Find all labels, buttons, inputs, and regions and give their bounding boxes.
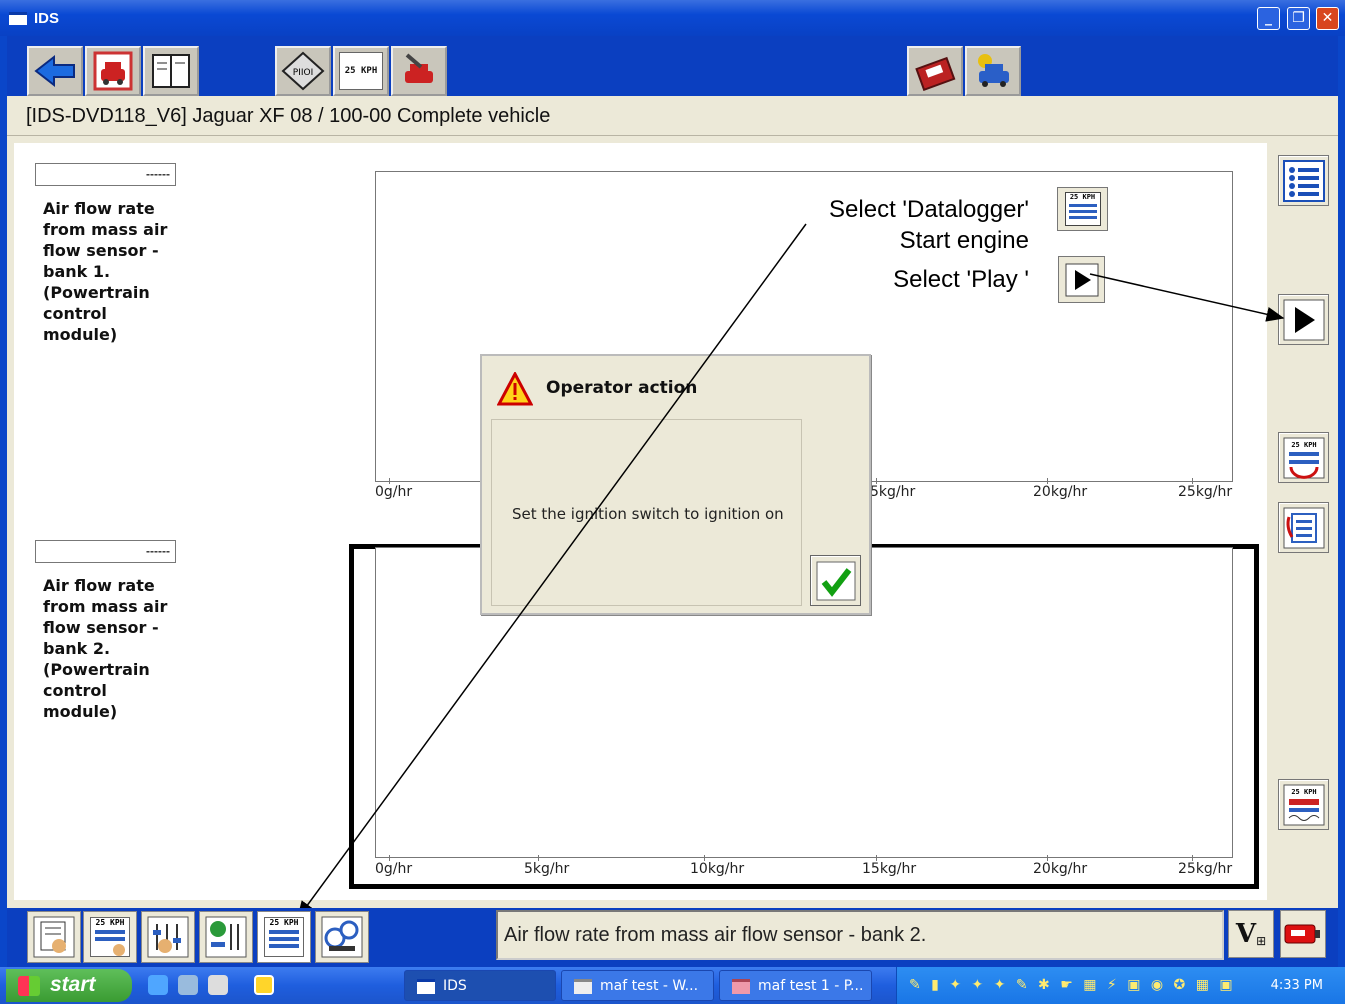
arrow-to-datalogger bbox=[297, 223, 807, 920]
start-label: start bbox=[50, 973, 96, 996]
task-label: maf test - W... bbox=[600, 978, 699, 994]
tap-screen-icon bbox=[33, 916, 75, 958]
status-text: Air flow rate from mass air flow sensor … bbox=[504, 924, 927, 946]
recorder-icon bbox=[321, 916, 363, 958]
battery-icon bbox=[1284, 924, 1320, 944]
ids-window: IDS _ ❐ ✕ PIIOI 25 KPH [IDS-DVD118_V6] J… bbox=[0, 0, 1345, 1004]
ids-window-icon bbox=[417, 979, 435, 994]
presentation-icon bbox=[732, 979, 750, 994]
datalogger-active-button[interactable]: 25 KPH bbox=[257, 911, 311, 963]
battery-button[interactable] bbox=[1280, 910, 1326, 958]
taskbar: start IDS maf test - W... maf test 1 - P… bbox=[0, 967, 1345, 1004]
windows-logo-icon bbox=[18, 976, 40, 996]
task-maf-test-word[interactable]: maf test - W... bbox=[561, 970, 714, 1001]
arrow-to-play bbox=[1089, 273, 1285, 322]
document-icon bbox=[574, 979, 592, 994]
signal-settings-icon bbox=[205, 916, 247, 958]
datalogger-tap-button[interactable]: 25 KPH bbox=[83, 911, 137, 963]
task-ids[interactable]: IDS bbox=[404, 970, 556, 1001]
quicklaunch-app-icon[interactable] bbox=[254, 975, 274, 995]
plus-minus-icon: ⊞ bbox=[1256, 934, 1267, 948]
status-bar: Air flow rate from mass air flow sensor … bbox=[496, 910, 1224, 960]
task-maf-test-1[interactable]: maf test 1 - P... bbox=[719, 970, 872, 1001]
voltage-button[interactable]: V ⊞ bbox=[1228, 910, 1274, 958]
datalogger-tap-icon: 25 KPH bbox=[90, 917, 130, 957]
kph-text: 25 KPH bbox=[269, 918, 299, 927]
task-label: IDS bbox=[443, 978, 467, 994]
system-tray: ✎ ▮ ✦ ✦ ✦ ✎ ✱ ☛ ▦ ⚡ ▣ ◉ ✪ ▦ ▣ 4:33 PM bbox=[896, 967, 1345, 1004]
recorder-button[interactable] bbox=[315, 911, 369, 963]
desktop-icon[interactable] bbox=[208, 975, 228, 995]
settings-tap-button[interactable] bbox=[141, 911, 195, 963]
start-button[interactable]: start bbox=[6, 969, 132, 1002]
ie-icon[interactable] bbox=[148, 975, 168, 995]
kph-text: 25 KPH bbox=[95, 918, 125, 927]
clock: 4:33 PM bbox=[1270, 978, 1323, 993]
voltage-icon: V bbox=[1235, 919, 1257, 949]
tray-icons[interactable]: ✎ ▮ ✦ ✦ ✦ ✎ ✱ ☛ ▦ ⚡ ▣ ◉ ✪ ▦ ▣ bbox=[909, 977, 1236, 993]
annotation-arrows bbox=[297, 223, 1285, 920]
task-label: maf test 1 - P... bbox=[758, 978, 864, 994]
signal-settings-button[interactable] bbox=[199, 911, 253, 963]
datalogger-icon: 25 KPH bbox=[264, 917, 304, 957]
browser-icon[interactable] bbox=[178, 975, 198, 995]
tap-screen-button[interactable] bbox=[27, 911, 81, 963]
settings-tap-icon bbox=[147, 916, 189, 958]
